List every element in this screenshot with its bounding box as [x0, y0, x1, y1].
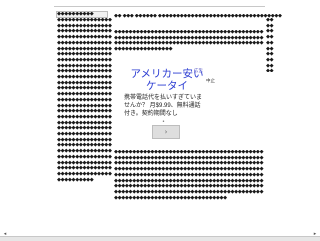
ad-body-text: 携帯電話代を払いすぎていま せんか？ 月$9.99、無料通話 付き。契約期間なし	[124, 94, 214, 118]
scroll-left-icon[interactable]: ◂	[2, 232, 8, 237]
ad-body-line-3: 付き。契約期間なし	[124, 111, 178, 117]
ad-block[interactable]: アメリカー安い ケータイ 携帯電話代を払いすぎていま せんか？ 月$9.99、無…	[118, 66, 216, 144]
left-column-text: ◆◆◆◆◆◆◆◆◆◆◆◆◆◆◆◆◆◆◆◆◆◆◆◆◆◆◆◆◆◆◆◆◆◆◆◆◆◆◆◆…	[57, 18, 112, 183]
scroll-right-icon[interactable]: ▸	[312, 232, 318, 237]
right-edge-text: ◆◆◆◆◆◆◆◆◆◆◆◆◆◆◆◆◆◆◆◆◆◆◆◆◆◆◆◆◆◆◆◆◆◆◆◆◆◆◆◆…	[266, 18, 274, 72]
ad-badge[interactable]: 広告	[194, 68, 203, 74]
frame-top-border	[54, 6, 265, 7]
ad-body-line-1: 携帯電話代を払いすぎていま	[124, 95, 203, 101]
ad-next-button[interactable]: ›	[152, 125, 180, 139]
right-column-top-text: ◆◆◆◆◆◆◆◆◆◆◆◆◆◆◆◆◆◆◆◆◆◆◆◆◆◆◆◆◆◆◆◆◆◆◆◆◆◆◆◆…	[114, 30, 264, 53]
ad-body-line-2: せんか？ 月$9.99、無料通話	[124, 103, 201, 109]
horizontal-scrollbar[interactable]	[0, 236, 320, 241]
ad-close-tag[interactable]: 中止	[206, 78, 215, 84]
header-text-row: ◆◆ ◆◆◆ ◆◆◆◆◆◆ ◆◆◆◆◆◆◆◆◆◆◆◆◆◆◆◆◆◆◆◆◆◆◆◆◆◆…	[114, 14, 282, 19]
ad-title-line-2[interactable]: ケータイ	[118, 80, 216, 92]
page-tab-stub[interactable]: ◆◆◆◆◆◆◆◆◆◆	[56, 11, 108, 18]
right-column-bottom-text: ◆◆◆◆◆◆◆◆◆◆◆◆◆◆◆◆◆◆◆◆◆◆◆◆◆◆◆◆◆◆◆◆◆◆◆◆◆◆◆◆…	[114, 150, 264, 201]
